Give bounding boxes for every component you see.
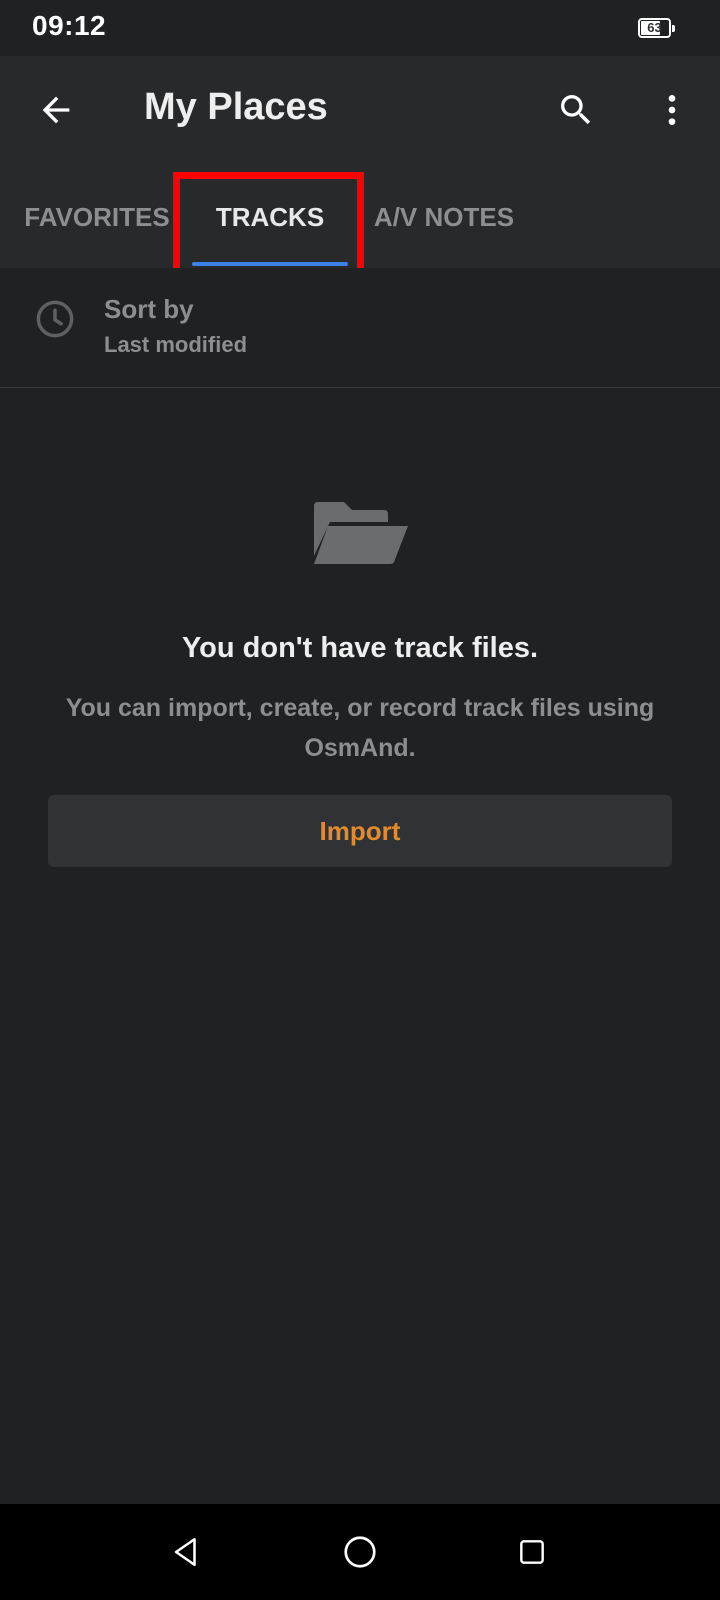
app-bar: My Places xyxy=(0,56,720,166)
tab-bar: FAVORITES TRACKS A/V NOTES xyxy=(0,166,720,268)
battery-level: 63 xyxy=(647,20,662,35)
screen: 09:12 63 My Places FAVORITES TRACKS A/V … xyxy=(0,0,720,1600)
sort-value: Last modified xyxy=(104,332,248,357)
search-button[interactable] xyxy=(548,82,604,138)
tab-av-notes[interactable]: A/V NOTES xyxy=(362,166,526,268)
battery-icon: 63 xyxy=(638,18,675,38)
import-button[interactable]: Import xyxy=(48,795,672,867)
empty-state-title: You don't have track files. xyxy=(181,632,539,664)
nav-recents-icon xyxy=(520,1540,544,1564)
tab-tracks[interactable]: TRACKS xyxy=(190,166,350,268)
nav-recents-button[interactable] xyxy=(506,1526,558,1578)
status-time: 09:12 xyxy=(32,10,107,41)
tab-indicator xyxy=(192,262,348,266)
arrow-back-icon xyxy=(42,96,70,124)
search-icon xyxy=(561,95,591,125)
status-bar: 09:12 63 xyxy=(0,0,720,56)
page-title: My Places xyxy=(144,86,328,128)
system-nav-bar xyxy=(0,1504,720,1600)
folder-open-icon xyxy=(314,502,408,564)
back-button[interactable] xyxy=(28,82,84,138)
empty-state-description: You can import, create, or record track … xyxy=(65,694,655,762)
clock-icon xyxy=(36,300,74,338)
nav-back-icon xyxy=(174,1537,196,1567)
more-vert-icon xyxy=(668,95,676,125)
sort-row[interactable]: Sort by Last modified xyxy=(0,268,720,388)
nav-home-icon xyxy=(344,1536,376,1568)
nav-home-button[interactable] xyxy=(334,1526,386,1578)
nav-back-button[interactable] xyxy=(160,1526,212,1578)
sort-title: Sort by xyxy=(104,294,194,324)
more-options-button[interactable] xyxy=(644,82,700,138)
tab-favorites[interactable]: FAVORITES xyxy=(16,166,178,268)
